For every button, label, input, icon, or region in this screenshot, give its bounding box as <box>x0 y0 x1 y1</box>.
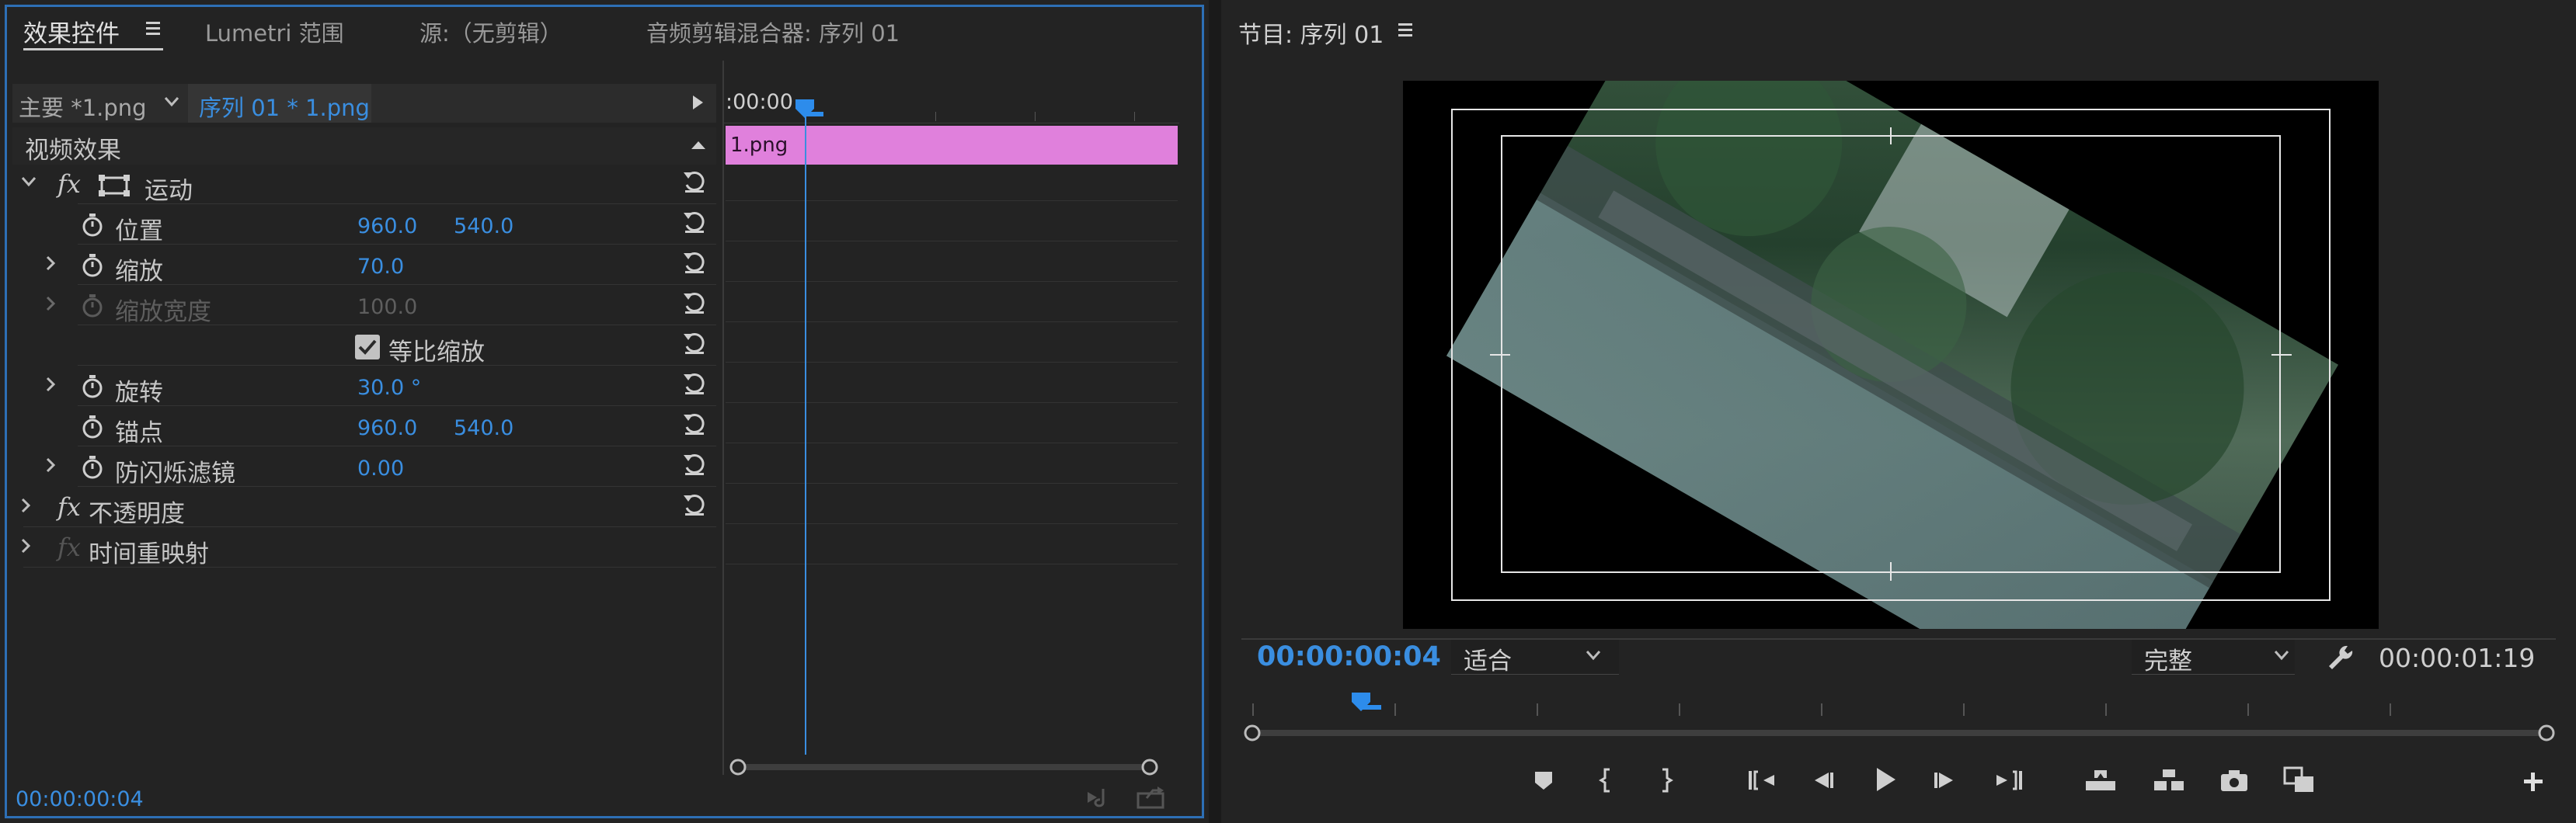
uniform-scale-label: 等比缩放 <box>388 339 485 366</box>
add-marker-icon[interactable] <box>1532 769 1555 792</box>
playhead-line[interactable] <box>805 102 806 755</box>
mark-in-icon[interactable] <box>1597 767 1616 793</box>
program-current-timecode[interactable]: 00:00:00:04 <box>1257 641 1441 672</box>
scale-value[interactable]: 70.0 <box>357 255 404 279</box>
property-label: 缩放 <box>115 258 163 286</box>
audio-play-icon[interactable] <box>1084 786 1116 809</box>
timeline-zoom-scrollbar[interactable] <box>736 764 1148 770</box>
scale-width-value: 100.0 <box>357 295 418 319</box>
stopwatch-icon[interactable] <box>81 455 104 480</box>
row-separators <box>0 0 722 575</box>
add-button-icon[interactable] <box>2522 770 2545 793</box>
extract-icon[interactable] <box>2152 767 2186 793</box>
title-safe-margin <box>1501 135 2281 573</box>
video-viewport[interactable] <box>1403 81 2379 629</box>
scroll-handle-right[interactable] <box>1140 758 1159 776</box>
mark-out-icon[interactable] <box>1656 767 1675 793</box>
stopwatch-icon <box>81 293 104 318</box>
export-frame-camera-icon[interactable] <box>2219 767 2250 793</box>
expand-right-icon[interactable] <box>20 497 31 514</box>
anchor-x-value[interactable]: 960.0 <box>357 416 417 440</box>
property-label: 缩放宽度 <box>115 298 211 326</box>
expand-chevron-icon[interactable] <box>20 175 37 188</box>
reset-rotation-icon[interactable] <box>682 371 707 396</box>
fx-badge-icon[interactable]: fx <box>57 169 81 199</box>
property-label: 锚点 <box>115 419 163 447</box>
chevron-down-icon[interactable] <box>2273 649 2290 662</box>
playhead-marker-icon[interactable] <box>794 98 827 121</box>
clip-bar[interactable] <box>726 126 1178 165</box>
timeline-start-time: :00:00 <box>726 90 793 114</box>
time-remap-effect-label: 时间重映射 <box>89 540 209 568</box>
fx-badge-disabled-icon: fx <box>57 533 81 562</box>
lift-icon[interactable] <box>2083 767 2118 793</box>
rotation-value[interactable]: 30.0 ° <box>357 376 421 400</box>
program-monitor-title: 节目: 序列 01 <box>1238 22 1384 49</box>
effect-controls-timecode[interactable]: 00:00:00:04 <box>16 787 144 811</box>
chevron-down-icon[interactable] <box>1585 649 1602 662</box>
opacity-effect-label: 不透明度 <box>89 500 185 528</box>
motion-effect-label: 运动 <box>144 177 193 205</box>
reset-opacity-icon[interactable] <box>682 492 707 517</box>
reset-anti-flicker-icon[interactable] <box>682 452 707 477</box>
uniform-scale-checkbox[interactable] <box>354 334 381 360</box>
reset-uniform-scale-icon[interactable] <box>682 331 707 356</box>
scrubber-ticks <box>1244 703 2534 716</box>
reset-scale-icon[interactable] <box>682 250 707 275</box>
stopwatch-icon[interactable] <box>81 213 104 238</box>
reset-motion-icon[interactable] <box>682 169 707 194</box>
position-x-value[interactable]: 960.0 <box>357 214 417 238</box>
zoom-handle-right[interactable] <box>2537 724 2556 742</box>
export-icon[interactable] <box>1136 784 1167 809</box>
fit-zoom-label: 适合 <box>1464 648 1512 675</box>
property-label: 旋转 <box>115 379 163 407</box>
anti-flicker-value[interactable]: 0.00 <box>357 457 404 481</box>
expand-right-icon[interactable] <box>45 376 56 393</box>
panel-menu-icon[interactable] <box>1397 22 1415 39</box>
reset-position-icon[interactable] <box>682 210 707 234</box>
effect-controls-panel: 效果控件 Lumetri 范围 源:（无剪辑） 音频剪辑混合器: 序列 01 主… <box>0 0 1209 823</box>
comparison-view-icon[interactable] <box>2282 766 2317 793</box>
anchor-y-value[interactable]: 540.0 <box>454 416 513 440</box>
fx-badge-icon[interactable]: fx <box>57 492 81 522</box>
reset-anchor-icon[interactable] <box>682 412 707 436</box>
expand-right-icon[interactable] <box>45 295 56 312</box>
stopwatch-icon[interactable] <box>81 415 104 439</box>
step-back-icon[interactable] <box>1808 769 1836 792</box>
go-to-in-icon[interactable] <box>1746 769 1777 792</box>
mini-timeline: :00:00 1.png <box>722 61 1179 776</box>
program-monitor-panel: 节目: 序列 01 00:00:00:04 适合 完整 00:00:01:19 <box>1221 0 2576 823</box>
step-forward-icon[interactable] <box>1931 769 1959 792</box>
transform-box-icon[interactable] <box>98 174 131 197</box>
property-label: 位置 <box>115 217 163 245</box>
position-y-value[interactable]: 540.0 <box>454 214 513 238</box>
clip-name-label: 1.png <box>730 134 788 157</box>
expand-right-icon[interactable] <box>20 537 31 554</box>
sequence-duration: 00:00:01:19 <box>2379 643 2536 673</box>
expand-right-icon[interactable] <box>45 255 56 272</box>
scroll-handle-left[interactable] <box>729 758 747 776</box>
go-to-out-icon[interactable] <box>1993 769 2024 792</box>
property-label: 防闪烁滤镜 <box>115 460 235 488</box>
play-icon[interactable] <box>1872 766 1899 793</box>
stopwatch-icon[interactable] <box>81 253 104 278</box>
playback-resolution-label: 完整 <box>2144 648 2192 675</box>
zoom-bar[interactable] <box>1252 730 2545 736</box>
program-playhead-icon[interactable] <box>1350 691 1384 714</box>
expand-right-icon[interactable] <box>45 457 56 474</box>
zoom-handle-left[interactable] <box>1243 724 1262 742</box>
stopwatch-icon[interactable] <box>81 374 104 399</box>
wrench-settings-icon[interactable] <box>2324 641 2354 671</box>
reset-scale-width-icon[interactable] <box>682 290 707 315</box>
